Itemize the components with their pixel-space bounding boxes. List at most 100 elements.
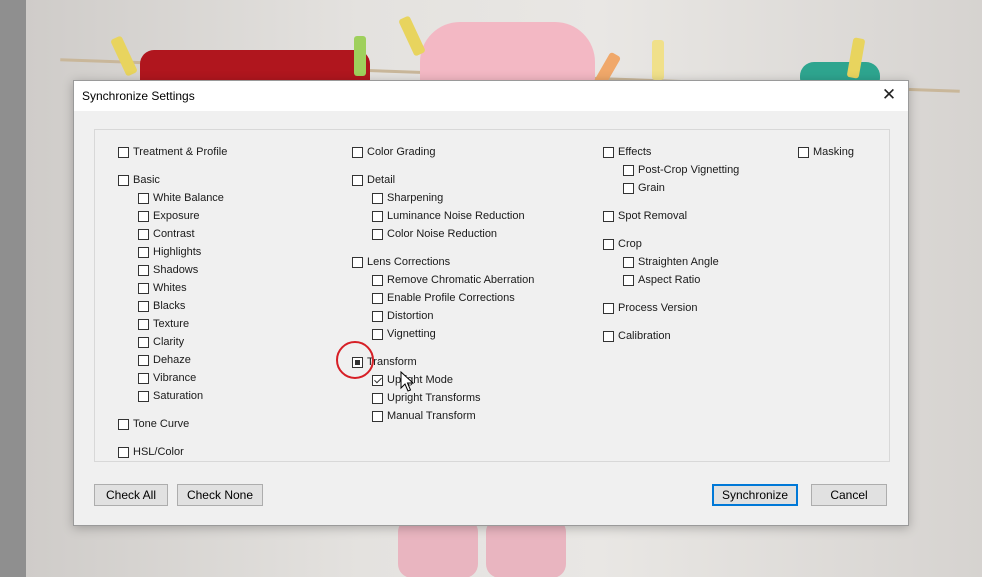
checkbox-box[interactable]: [138, 192, 149, 204]
checkbox-whites[interactable]: Whites: [138, 280, 187, 296]
checkbox-treatment-profile[interactable]: Treatment & Profile: [118, 144, 227, 160]
checkbox-box[interactable]: [603, 238, 614, 250]
checkbox-texture[interactable]: Texture: [138, 316, 189, 332]
checkbox-box[interactable]: [118, 174, 129, 186]
checkbox-label: Upright Transforms: [387, 392, 481, 404]
checkbox-box[interactable]: [138, 228, 149, 240]
checkbox-box[interactable]: [138, 264, 149, 276]
checkbox-box[interactable]: [138, 282, 149, 294]
checkbox-color-grading[interactable]: Color Grading: [352, 144, 435, 160]
cancel-button[interactable]: Cancel: [811, 484, 887, 506]
checkbox-box[interactable]: [138, 300, 149, 312]
checkbox-saturation[interactable]: Saturation: [138, 388, 203, 404]
checkbox-box[interactable]: [623, 182, 634, 194]
checkbox-manual-transform[interactable]: Manual Transform: [372, 408, 476, 424]
checkbox-contrast[interactable]: Contrast: [138, 226, 195, 242]
checkbox-luminance-noise-reduction[interactable]: Luminance Noise Reduction: [372, 208, 525, 224]
checkbox-label: Basic: [133, 174, 160, 186]
checkbox-box[interactable]: [138, 210, 149, 222]
checkbox-box[interactable]: [372, 274, 383, 286]
checkbox-box[interactable]: [118, 446, 129, 458]
checkmark-icon[interactable]: [372, 374, 383, 386]
checkbox-label: Enable Profile Corrections: [387, 292, 515, 304]
checkbox-highlights[interactable]: Highlights: [138, 244, 201, 260]
checkbox-box[interactable]: [603, 330, 614, 342]
checkbox-label: Vibrance: [153, 372, 197, 384]
checkbox-vibrance[interactable]: Vibrance: [138, 370, 196, 386]
checkbox-tone-curve[interactable]: Tone Curve: [118, 416, 189, 432]
checkbox-spot-removal[interactable]: Spot Removal: [603, 208, 687, 224]
checkbox-label: Color Noise Reduction: [387, 228, 498, 240]
checkbox-enable-profile-corrections[interactable]: Enable Profile Corrections: [372, 290, 515, 306]
checkbox-box[interactable]: [352, 146, 363, 158]
checkbox-box[interactable]: [623, 274, 634, 286]
checkbox-detail[interactable]: Detail: [352, 172, 395, 188]
checkbox-label: Contrast: [153, 228, 195, 240]
checkbox-crop[interactable]: Crop: [603, 236, 642, 252]
checkbox-label: Whites: [153, 282, 187, 294]
checkbox-box[interactable]: [372, 292, 383, 304]
checkbox-color-noise-reduction[interactable]: Color Noise Reduction: [372, 226, 497, 242]
checkbox-lens-corrections[interactable]: Lens Corrections: [352, 254, 450, 270]
checkbox-hsl-color[interactable]: HSL/Color: [118, 444, 184, 460]
checkbox-label: Luminance Noise Reduction: [387, 210, 525, 222]
highlight-circle: [336, 341, 374, 379]
checkbox-label: Process Version: [618, 302, 698, 314]
check-none-button[interactable]: Check None: [177, 484, 263, 506]
checkbox-vignetting[interactable]: Vignetting: [372, 326, 436, 342]
checkbox-label: HSL/Color: [133, 446, 184, 458]
checkbox-label: Spot Removal: [618, 210, 688, 222]
checkbox-exposure[interactable]: Exposure: [138, 208, 199, 224]
checkbox-blacks[interactable]: Blacks: [138, 298, 185, 314]
checkbox-box[interactable]: [138, 390, 149, 402]
checkbox-label: Clarity: [153, 336, 185, 348]
checkbox-box[interactable]: [623, 164, 634, 176]
checkbox-box[interactable]: [138, 354, 149, 366]
checkbox-process-version[interactable]: Process Version: [603, 300, 697, 316]
clothespin: [652, 40, 664, 80]
checkbox-masking[interactable]: Masking: [798, 144, 854, 160]
checkbox-distortion[interactable]: Distortion: [372, 308, 433, 324]
checkbox-box[interactable]: [372, 410, 383, 422]
checkbox-label: Effects: [618, 146, 652, 158]
checkbox-post-crop-vignetting[interactable]: Post-Crop Vignetting: [623, 162, 739, 178]
checkbox-box[interactable]: [603, 302, 614, 314]
checkbox-effects[interactable]: Effects: [603, 144, 651, 160]
checkbox-box[interactable]: [372, 210, 383, 222]
checkbox-box[interactable]: [352, 256, 363, 268]
checkbox-box[interactable]: [623, 256, 634, 268]
checkbox-aspect-ratio[interactable]: Aspect Ratio: [623, 272, 700, 288]
checkbox-box[interactable]: [118, 146, 129, 158]
checkbox-basic[interactable]: Basic: [118, 172, 160, 188]
checkbox-box[interactable]: [352, 174, 363, 186]
checkbox-label: Vignetting: [387, 328, 436, 340]
close-icon[interactable]: ✕: [878, 84, 900, 106]
checkbox-box[interactable]: [798, 146, 809, 158]
checkbox-upright-transforms[interactable]: Upright Transforms: [372, 390, 481, 406]
checkbox-box[interactable]: [118, 418, 129, 430]
checkbox-box[interactable]: [138, 246, 149, 258]
checkbox-box[interactable]: [372, 310, 383, 322]
checkbox-box[interactable]: [138, 318, 149, 330]
checkbox-box[interactable]: [138, 336, 149, 348]
checkbox-calibration[interactable]: Calibration: [603, 328, 671, 344]
checkbox-straighten-angle[interactable]: Straighten Angle: [623, 254, 719, 270]
checkbox-box[interactable]: [372, 192, 383, 204]
dialog-title: Synchronize Settings: [82, 89, 195, 103]
checkbox-clarity[interactable]: Clarity: [138, 334, 184, 350]
checkbox-sharpening[interactable]: Sharpening: [372, 190, 443, 206]
checkbox-box[interactable]: [372, 328, 383, 340]
mouse-cursor-icon: [400, 371, 415, 392]
checkbox-grain[interactable]: Grain: [623, 180, 665, 196]
checkbox-box[interactable]: [372, 392, 383, 404]
check-all-button[interactable]: Check All: [94, 484, 168, 506]
checkbox-dehaze[interactable]: Dehaze: [138, 352, 191, 368]
checkbox-white-balance[interactable]: White Balance: [138, 190, 224, 206]
synchronize-button[interactable]: Synchronize: [712, 484, 798, 506]
checkbox-box[interactable]: [372, 228, 383, 240]
checkbox-remove-chromatic-aberration[interactable]: Remove Chromatic Aberration: [372, 272, 534, 288]
checkbox-shadows[interactable]: Shadows: [138, 262, 198, 278]
checkbox-box[interactable]: [138, 372, 149, 384]
checkbox-box[interactable]: [603, 146, 614, 158]
checkbox-box[interactable]: [603, 210, 614, 222]
